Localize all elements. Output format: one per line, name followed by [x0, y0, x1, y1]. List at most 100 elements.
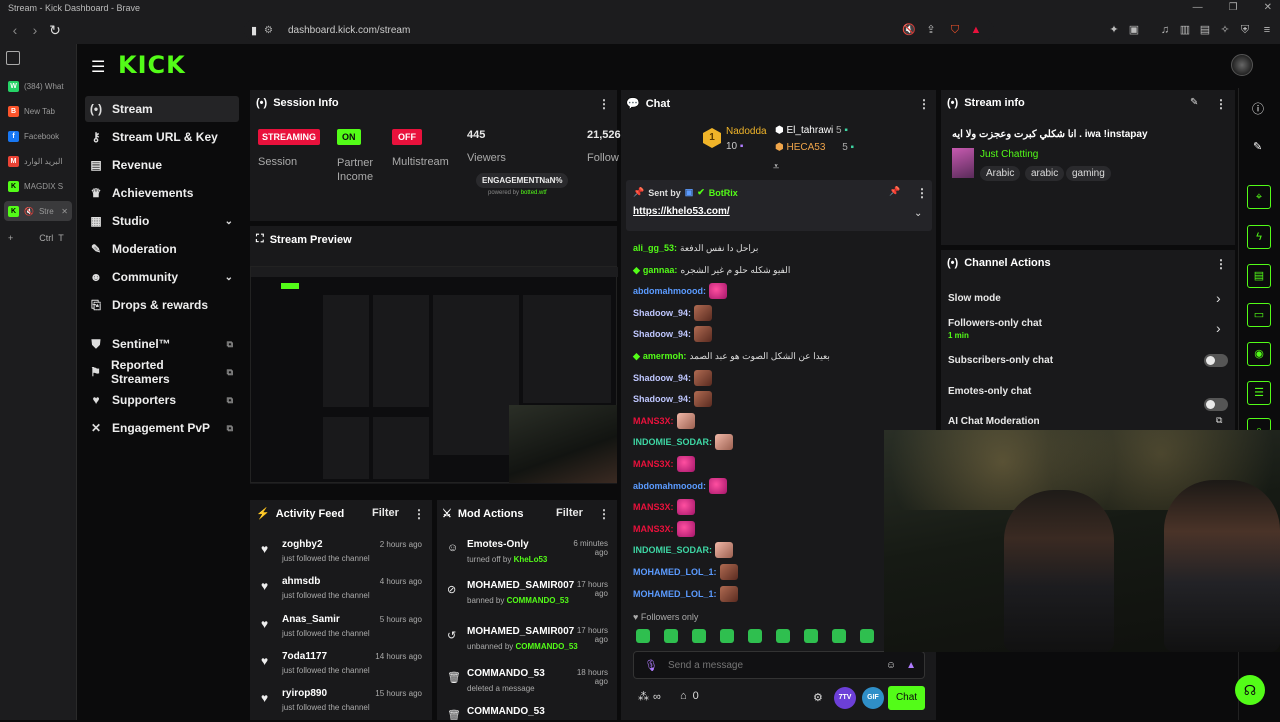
chat-username[interactable]: amermoh:	[643, 351, 687, 361]
mod-filter-button[interactable]: Filter	[556, 507, 583, 519]
address-bar[interactable]: ▮ ⚙ dashboard.kick.com/stream	[244, 19, 994, 41]
tab-whatsapp[interactable]: W (384) What	[4, 76, 72, 96]
nav-community[interactable]: ☻ Community ⌄	[85, 264, 239, 290]
menu-icon[interactable]: ≡	[1259, 22, 1275, 38]
send-chat-button[interactable]: Chat	[888, 686, 925, 710]
chevron-down-icon[interactable]: ⌄	[225, 272, 233, 283]
nav-stream[interactable]: (•) Stream	[85, 96, 239, 122]
nav-moderation[interactable]: ✎ Moderation	[85, 236, 239, 262]
wallet-icon[interactable]: ▤	[1197, 22, 1213, 38]
more-options-icon[interactable]: ⋮	[598, 97, 610, 111]
chat-username[interactable]: Shadoow_94:	[633, 373, 691, 383]
gif-icon[interactable]: GIF	[862, 687, 884, 709]
emotes-only-toggle[interactable]	[1204, 398, 1228, 411]
emote-bar[interactable]	[636, 629, 886, 645]
share-icon[interactable]: ⇪	[923, 22, 939, 38]
media-icon[interactable]: ♫	[1157, 22, 1173, 38]
more-options-icon[interactable]: ⋮	[598, 507, 610, 521]
user-avatar[interactable]	[1231, 54, 1253, 76]
chevron-down-icon[interactable]: ⌄	[225, 216, 233, 227]
chat-username[interactable]: abdomahmoood:	[633, 286, 706, 296]
forward-icon[interactable]: ›	[26, 21, 44, 39]
pencil-icon[interactable]: ✎	[1253, 140, 1262, 153]
tab-new-tab[interactable]: B New Tab	[4, 101, 72, 121]
microphone-icon[interactable]: 🎙	[644, 659, 658, 672]
layout-icon[interactable]: ☰	[1247, 381, 1271, 405]
url-text[interactable]: dashboard.kick.com/stream	[282, 25, 994, 36]
bookmark-icon[interactable]: ▮	[244, 24, 264, 37]
category-thumbnail[interactable]	[952, 148, 974, 178]
restore-icon[interactable]: ❐	[1229, 0, 1238, 16]
mute-icon[interactable]: 🔇	[901, 22, 917, 38]
chat-users[interactable]: ⁂ ∞	[638, 690, 661, 704]
activity-filter-button[interactable]: Filter	[372, 507, 399, 519]
more-options-icon[interactable]: ⋮	[918, 97, 930, 111]
emote-icon[interactable]	[832, 629, 846, 643]
subscribers-only-toggle[interactable]	[1204, 354, 1228, 367]
extensions-icon[interactable]: ✦	[1106, 22, 1122, 38]
stream-preview-video[interactable]	[250, 266, 618, 483]
emote-icon[interactable]	[692, 629, 706, 643]
chat-username[interactable]: Shadoow_94:	[633, 308, 691, 318]
emoji-picker-icon[interactable]: ☺	[886, 660, 896, 671]
more-options-icon[interactable]: ⋮	[916, 186, 928, 200]
chevron-down-icon[interactable]: ⌄	[914, 208, 922, 219]
chat-username[interactable]: MANS3X:	[633, 502, 674, 512]
followers-only-chevron-icon[interactable]: ›	[1216, 320, 1221, 336]
tag-pill[interactable]: gaming	[1066, 166, 1111, 181]
emote-icon[interactable]	[636, 629, 650, 643]
chat-username[interactable]: MANS3X:	[633, 524, 674, 534]
chat-username[interactable]: Shadoow_94:	[633, 394, 691, 404]
nav-drops-rewards[interactable]: ⎘ Drops & rewards	[85, 292, 239, 318]
tab-gmail[interactable]: M البريد الوارد	[4, 151, 72, 171]
notes-icon[interactable]: ▤	[1247, 264, 1271, 288]
plus-icon[interactable]: +	[8, 233, 13, 243]
lightning-icon[interactable]: ϟ	[1247, 225, 1271, 249]
leo-ai-icon[interactable]: ✧	[1217, 22, 1233, 38]
edit-icon[interactable]: ✎	[1190, 97, 1198, 108]
screenshot-icon[interactable]: ▣	[1126, 22, 1142, 38]
nav-achievements[interactable]: ♛ Achievements	[85, 180, 239, 206]
reload-icon[interactable]: ↻	[46, 21, 64, 39]
nav-sentinel[interactable]: ⛊ Sentinel™ ⧉	[85, 331, 239, 357]
sidebar-toggle-icon[interactable]: ‹	[6, 21, 24, 39]
chat-input[interactable]	[667, 659, 876, 671]
chat-username[interactable]: INDOMIE_SODAR:	[633, 545, 712, 555]
external-link-icon[interactable]: ⧉	[1216, 415, 1222, 426]
minimize-icon[interactable]: —	[1193, 0, 1203, 16]
chat-username[interactable]: MANS3X:	[633, 416, 674, 426]
chat-settings-icon[interactable]: ⚙	[813, 691, 823, 704]
chat-username[interactable]: abdomahmoood:	[633, 481, 706, 491]
chat-username[interactable]: INDOMIE_SODAR:	[633, 437, 712, 447]
category-name[interactable]: Just Chatting	[980, 149, 1038, 160]
tab-facebook[interactable]: f Facebook	[4, 126, 72, 146]
nav-reported-streamers[interactable]: ⚑ Reported Streamers ⧉	[85, 358, 239, 386]
clip-icon[interactable]: ⌖	[1247, 185, 1271, 209]
sidebar-icon[interactable]: ▥	[1177, 22, 1193, 38]
nav-engagement-pvp[interactable]: ✕ Engagement PvP ⧉	[85, 415, 239, 441]
chat-gifts[interactable]: ⌂ 0	[680, 690, 699, 702]
leader-third[interactable]: ⬢ HECA53 5 ▪	[775, 142, 854, 153]
tag-pill[interactable]: arabic	[1025, 166, 1065, 181]
kicks-icon[interactable]: ▲	[906, 660, 916, 671]
chat-username[interactable]: Shadoow_94:	[633, 329, 691, 339]
chat-icon[interactable]: ▭	[1247, 303, 1271, 327]
emote-icon[interactable]	[860, 629, 874, 643]
emote-icon[interactable]	[776, 629, 790, 643]
chat-username[interactable]: MANS3X:	[633, 459, 674, 469]
broadcast-icon[interactable]: ◉	[1247, 342, 1271, 366]
emote-icon[interactable]	[720, 629, 734, 643]
emote-icon[interactable]	[804, 629, 818, 643]
vpn-icon[interactable]: ⛨	[1237, 22, 1253, 38]
leader-second[interactable]: ⬢ El_tahrawi 5 ▪	[775, 125, 848, 136]
brave-shields-icon[interactable]: ⛉	[947, 22, 963, 38]
more-options-icon[interactable]: ⋮	[1215, 97, 1227, 111]
tab-close-icon[interactable]: ✕	[61, 207, 68, 216]
nav-supporters[interactable]: ♥ Supporters ⧉	[85, 387, 239, 413]
tag-pill[interactable]: Arabic	[980, 166, 1021, 181]
slow-mode-chevron-icon[interactable]: ›	[1216, 290, 1221, 306]
mute-icon[interactable]: 🔇	[24, 207, 34, 216]
close-icon[interactable]: ✕	[1264, 0, 1272, 16]
leader-first-name[interactable]: Nadodda	[726, 126, 767, 137]
nav-studio[interactable]: ▦ Studio ⌄	[85, 208, 239, 234]
